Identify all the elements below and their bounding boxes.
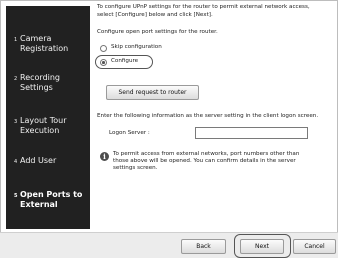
step-label: Execution xyxy=(20,126,60,135)
info-text-line1: To permit access from external networks,… xyxy=(113,151,300,157)
step-label: Settings xyxy=(20,83,53,92)
info-icon: i xyxy=(100,152,109,161)
step-open-ports-active: 5 Open Ports to External xyxy=(14,190,83,209)
logon-server-label: Logon Server : xyxy=(109,130,150,136)
send-request-button[interactable]: Send request to router xyxy=(106,85,199,100)
info-text-line2: those above will be opened. You can conf… xyxy=(113,158,296,164)
step-label: Add User xyxy=(20,156,57,165)
logon-server-input[interactable] xyxy=(195,127,308,139)
radio-configure[interactable] xyxy=(100,59,107,66)
wizard-footer: Back Next Cancel xyxy=(0,232,338,258)
next-button[interactable]: Next xyxy=(240,239,284,254)
radio-skip-configuration[interactable] xyxy=(100,45,107,52)
configure-prompt: Configure open port settings for the rou… xyxy=(97,29,218,35)
step-label: Recording xyxy=(20,73,61,82)
intro-text-line2: select [Configure] below and click [Next… xyxy=(97,12,213,18)
logon-instruction: Enter the following information as the s… xyxy=(97,113,319,119)
step-label: External xyxy=(20,200,58,209)
info-text-line3: settings screen. xyxy=(113,165,158,171)
step-add-user: 4 Add User xyxy=(14,156,57,165)
back-button[interactable]: Back xyxy=(181,239,226,254)
radio-skip-label[interactable]: Skip configuration xyxy=(111,44,162,51)
step-layout-tour-execution: 3 Layout Tour Execution xyxy=(14,116,67,135)
step-label: Camera xyxy=(20,34,52,43)
steps-sidebar: 1 Camera Registration 2 Recording Settings 3… xyxy=(6,6,90,229)
radio-configure-label[interactable]: Configure xyxy=(111,58,138,65)
step-label: Open Ports to xyxy=(20,190,83,199)
step-camera-registration: 1 Camera Registration xyxy=(14,34,69,53)
cancel-button[interactable]: Cancel xyxy=(293,239,336,254)
step-label: Layout Tour xyxy=(20,116,67,125)
step-recording-settings: 2 Recording Settings xyxy=(14,73,61,92)
intro-text-line1: To configure UPnP settings for the route… xyxy=(97,4,310,10)
main-panel: To configure UPnP settings for the route… xyxy=(95,0,338,232)
step-label: Registration xyxy=(20,44,69,53)
